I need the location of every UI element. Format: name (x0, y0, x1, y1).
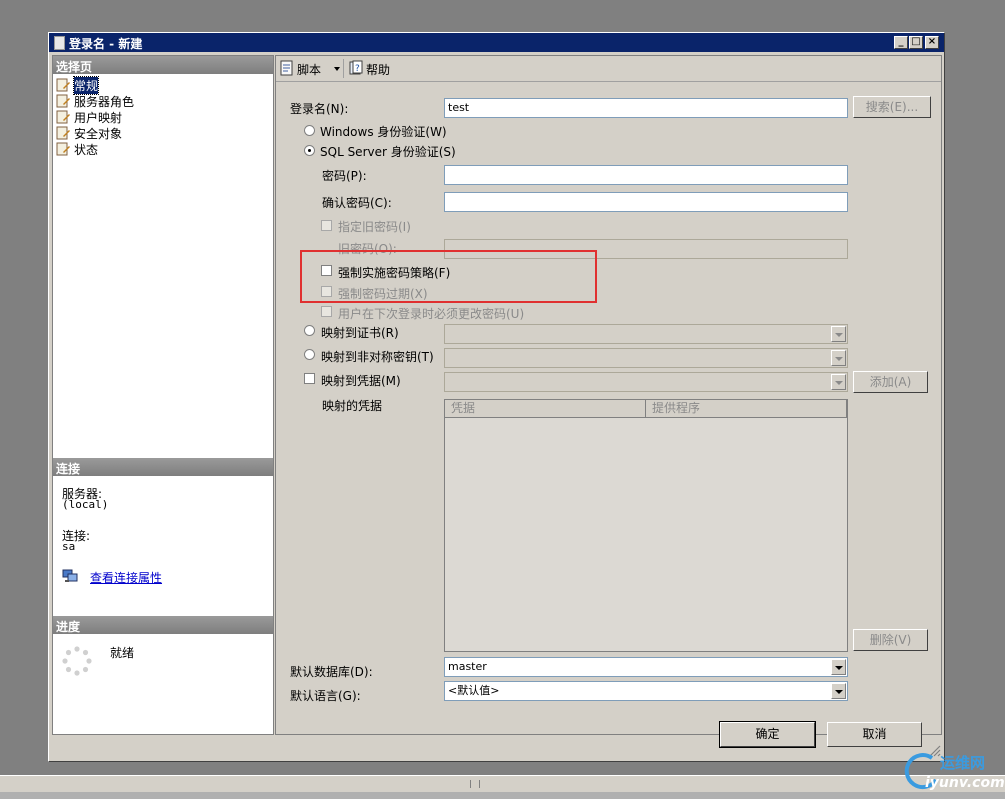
script-label: 脚本 (297, 63, 322, 77)
map-certificate-radio[interactable] (304, 325, 315, 336)
default-database-label: 默认数据库(D): (290, 665, 373, 679)
page-icon (56, 142, 70, 156)
remove-button[interactable]: 删除(V) (853, 629, 928, 651)
background-scrollbar[interactable] (0, 775, 1005, 793)
page-item-label: 服务器角色 (74, 95, 135, 109)
chevron-down-icon (831, 350, 846, 366)
windows-auth-radio[interactable] (304, 125, 315, 136)
sql-auth-radio[interactable] (304, 145, 315, 156)
close-button[interactable]: × (925, 36, 939, 49)
minimize-button[interactable]: _ (894, 36, 908, 49)
mapped-credentials-grid[interactable]: 凭据 提供程序 (444, 399, 848, 652)
page-icon (56, 110, 70, 124)
map-credential-label: 映射到凭据(M) (321, 374, 401, 388)
default-language-select[interactable]: <默认值> (444, 681, 848, 701)
left-pane: 选择页 常规 服务器角色 用户映射 安全对象 状态 连接 服务器: (local… (52, 55, 274, 735)
window-title: 登录名 - 新建 (69, 37, 143, 51)
login-new-dialog: 登录名 - 新建 _ □ × 选择页 常规 服务器角色 用户映射 安全对象 状态 (48, 32, 945, 762)
chevron-down-icon (831, 659, 846, 675)
help-button[interactable]: ? 帮助 (348, 60, 398, 77)
default-database-select[interactable]: master (444, 657, 848, 677)
page-icon (56, 126, 70, 140)
script-button[interactable]: 脚本 (279, 60, 343, 77)
map-certificate-label: 映射到证书(R) (321, 326, 399, 340)
windows-auth-label: Windows 身份验证(W) (320, 125, 447, 139)
default-language-label: 默认语言(G): (290, 689, 361, 703)
mapped-credentials-label: 映射的凭据 (322, 399, 383, 413)
confirm-password-label: 确认密码(C): (322, 196, 392, 210)
page-item-label: 安全对象 (74, 127, 123, 141)
page-icon (56, 94, 70, 108)
toolbar: 脚本 ? 帮助 (276, 56, 941, 82)
map-asymmetric-key-label: 映射到非对称密钥(T) (321, 350, 434, 364)
confirm-password-input[interactable] (444, 192, 848, 212)
progress-status: 就绪 (110, 646, 135, 660)
password-input[interactable] (444, 165, 848, 185)
add-button[interactable]: 添加(A) (853, 371, 928, 393)
chevron-down-icon (831, 374, 846, 390)
server-value: (local) (62, 498, 109, 511)
specify-old-password-label: 指定旧密码(I) (338, 220, 411, 234)
grid-header-provider[interactable]: 提供程序 (646, 400, 847, 418)
must-change-password-checkbox[interactable] (321, 306, 332, 317)
chevron-down-icon (831, 326, 846, 342)
help-label: 帮助 (366, 63, 391, 77)
bottom-strip (0, 792, 1005, 799)
highlight-box (300, 250, 597, 303)
sql-auth-label: SQL Server 身份验证(S) (320, 145, 456, 159)
window-icon (54, 36, 65, 50)
watermark-text-cn: 运维网 (940, 754, 986, 772)
default-database-value: master (448, 660, 487, 673)
map-credential-checkbox[interactable] (304, 373, 315, 384)
page-icon (56, 78, 70, 92)
cancel-button[interactable]: 取消 (827, 722, 922, 747)
password-label: 密码(P): (322, 169, 367, 183)
script-icon (280, 60, 293, 76)
specify-old-password-checkbox[interactable] (321, 220, 332, 231)
certificate-select[interactable] (444, 324, 848, 344)
default-language-value: <默认值> (448, 684, 500, 697)
ok-button[interactable]: 确定 (719, 721, 816, 748)
connection-value: sa (62, 540, 76, 553)
page-item-label: 状态 (74, 143, 99, 157)
toolbar-separator (343, 59, 344, 78)
login-name-label: 登录名(N): (290, 102, 349, 116)
credential-select[interactable] (444, 372, 848, 392)
help-icon: ? (349, 60, 363, 75)
select-page-header-label: 选择页 (56, 60, 93, 74)
scroll-grip-icon[interactable] (470, 780, 480, 788)
connection-header-label: 连接 (56, 462, 81, 476)
view-connection-properties-link[interactable]: 查看连接属性 (90, 569, 162, 586)
chevron-down-icon (831, 683, 846, 699)
connection-properties-icon (62, 569, 78, 582)
watermark-text-domain: iyunv.com (925, 775, 1005, 791)
script-dropdown-icon[interactable] (334, 67, 340, 71)
grid-header-credential[interactable]: 凭据 (445, 400, 646, 418)
progress-header-label: 进度 (56, 620, 81, 634)
svg-text:?: ? (355, 64, 360, 74)
connection-header: 连接 (53, 458, 273, 476)
select-page-header: 选择页 (53, 56, 273, 74)
maximize-button[interactable]: □ (909, 36, 923, 49)
search-button[interactable]: 搜索(E)... (853, 96, 931, 118)
login-name-input[interactable]: test (444, 98, 848, 118)
page-item-label: 常规 (72, 76, 100, 95)
title-bar[interactable]: 登录名 - 新建 _ □ × (49, 33, 944, 52)
page-item-label: 用户映射 (74, 111, 123, 125)
asymmetric-key-select[interactable] (444, 348, 848, 368)
map-asymmetric-key-radio[interactable] (304, 349, 315, 360)
must-change-password-label: 用户在下次登录时必须更改密码(U) (338, 307, 525, 321)
progress-header: 进度 (53, 616, 273, 634)
progress-spinner-icon (62, 646, 92, 676)
